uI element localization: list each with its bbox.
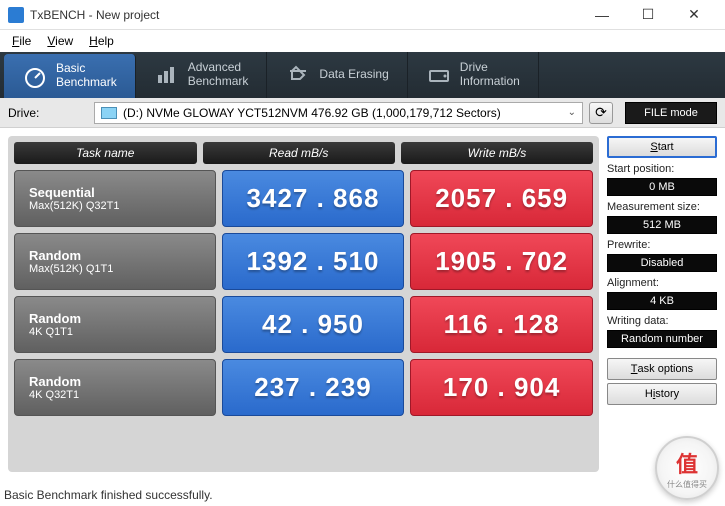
start-position-value[interactable]: 0 MB xyxy=(607,178,717,196)
table-row: RandomMax(512K) Q1T11392 . 5101905 . 702 xyxy=(14,233,593,290)
start-position-label: Start position: xyxy=(607,163,717,175)
task-cell[interactable]: RandomMax(512K) Q1T1 xyxy=(14,233,216,290)
tab-drive-information[interactable]: DriveInformation xyxy=(408,52,539,98)
watermark-main: 值 xyxy=(676,447,698,479)
task-sub: 4K Q1T1 xyxy=(29,326,201,338)
task-options-button[interactable]: Task options xyxy=(607,358,717,380)
chevron-down-icon: ⌄ xyxy=(568,107,576,118)
task-name: Random xyxy=(29,248,201,263)
write-value: 170 . 904 xyxy=(410,359,593,416)
writing-data-value[interactable]: Random number xyxy=(607,330,717,348)
tab-label: DriveInformation xyxy=(460,61,520,89)
menu-file[interactable]: File xyxy=(4,32,39,50)
header-read: Read mB/s xyxy=(203,142,395,164)
read-value: 237 . 239 xyxy=(222,359,405,416)
task-cell[interactable]: Random4K Q32T1 xyxy=(14,359,216,416)
task-sub: Max(512K) Q32T1 xyxy=(29,200,201,212)
table-row: Random4K Q1T142 . 950116 . 128 xyxy=(14,296,593,353)
measurement-size-label: Measurement size: xyxy=(607,201,717,213)
gauge-icon xyxy=(22,63,48,89)
tab-data-erasing[interactable]: Data Erasing xyxy=(267,52,407,98)
maximize-button[interactable]: ☐ xyxy=(625,0,671,30)
close-button[interactable]: ✕ xyxy=(671,0,717,30)
benchmark-table: Task name Read mB/s Write mB/s Sequentia… xyxy=(8,136,599,472)
tab-basic-benchmark[interactable]: BasicBenchmark xyxy=(4,54,136,98)
tab-advanced-benchmark[interactable]: AdvancedBenchmark xyxy=(136,52,268,98)
refresh-icon: ⟳ xyxy=(595,104,607,121)
table-row: Random4K Q32T1237 . 239170 . 904 xyxy=(14,359,593,416)
read-value: 3427 . 868 xyxy=(222,170,405,227)
write-value: 2057 . 659 xyxy=(410,170,593,227)
task-name: Sequential xyxy=(29,185,201,200)
header-task: Task name xyxy=(14,142,197,164)
writing-data-label: Writing data: xyxy=(607,315,717,327)
measurement-size-value[interactable]: 512 MB xyxy=(607,216,717,234)
drive-icon xyxy=(426,62,452,88)
drive-selected-text: (D:) NVMe GLOWAY YCT512NVM 476.92 GB (1,… xyxy=(123,106,501,120)
read-value: 42 . 950 xyxy=(222,296,405,353)
prewrite-label: Prewrite: xyxy=(607,239,717,251)
title-bar: TxBENCH - New project — ☐ ✕ xyxy=(0,0,725,30)
disk-icon xyxy=(101,107,117,119)
bars-icon xyxy=(154,62,180,88)
minimize-button[interactable]: — xyxy=(579,0,625,30)
task-name: Random xyxy=(29,311,201,326)
header-write: Write mB/s xyxy=(401,142,593,164)
alignment-value[interactable]: 4 KB xyxy=(607,292,717,310)
alignment-label: Alignment: xyxy=(607,277,717,289)
task-cell[interactable]: Random4K Q1T1 xyxy=(14,296,216,353)
drive-row: Drive: (D:) NVMe GLOWAY YCT512NVM 476.92… xyxy=(0,98,725,128)
watermark-sub: 什么值得买 xyxy=(667,479,707,490)
refresh-button[interactable]: ⟳ xyxy=(589,102,613,124)
prewrite-value[interactable]: Disabled xyxy=(607,254,717,272)
table-row: SequentialMax(512K) Q32T13427 . 8682057 … xyxy=(14,170,593,227)
task-name: Random xyxy=(29,374,201,389)
write-value: 1905 . 702 xyxy=(410,233,593,290)
task-sub: 4K Q32T1 xyxy=(29,389,201,401)
history-button[interactable]: History xyxy=(607,383,717,405)
menu-help[interactable]: Help xyxy=(81,32,122,50)
task-sub: Max(512K) Q1T1 xyxy=(29,263,201,275)
menu-view[interactable]: View xyxy=(39,32,81,50)
side-panel: Start Start position: 0 MB Measurement s… xyxy=(607,136,717,472)
tab-label: BasicBenchmark xyxy=(56,62,117,90)
write-value: 116 . 128 xyxy=(410,296,593,353)
read-value: 1392 . 510 xyxy=(222,233,405,290)
task-cell[interactable]: SequentialMax(512K) Q32T1 xyxy=(14,170,216,227)
window-title: TxBENCH - New project xyxy=(30,8,579,22)
drive-select[interactable]: (D:) NVMe GLOWAY YCT512NVM 476.92 GB (1,… xyxy=(94,102,583,124)
erase-icon xyxy=(285,62,311,88)
tab-label: AdvancedBenchmark xyxy=(188,61,249,89)
status-bar: Basic Benchmark finished successfully. xyxy=(0,488,217,506)
tab-label: Data Erasing xyxy=(319,68,388,82)
file-mode-button[interactable]: FILE mode xyxy=(625,102,717,124)
start-button[interactable]: Start xyxy=(607,136,717,158)
menu-bar: File View Help xyxy=(0,30,725,52)
app-icon xyxy=(8,7,24,23)
drive-label: Drive: xyxy=(8,106,88,120)
tab-bar: BasicBenchmark AdvancedBenchmark Data Er… xyxy=(0,52,725,98)
watermark-badge: 值 什么值得买 xyxy=(655,436,719,500)
